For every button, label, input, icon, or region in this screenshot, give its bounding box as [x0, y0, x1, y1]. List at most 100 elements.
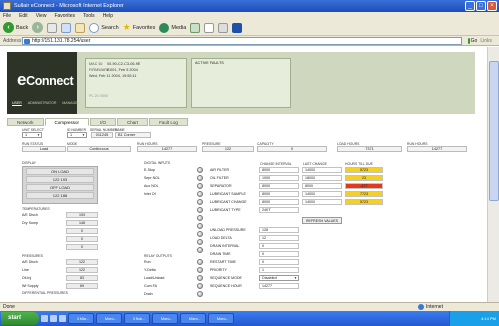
relay-outputs-label: RELAY OUTPUTS: [144, 254, 172, 258]
device-datetime: Wed, Feb 11 2004, 19:55:11: [89, 74, 137, 78]
tab-chart[interactable]: Chart: [117, 118, 149, 126]
tab-bar: Network Compressor I/O Chart Fault Log: [0, 118, 487, 126]
window-titlebar[interactable]: Sullair eConnect - Microsoft Internet Ex…: [0, 0, 499, 12]
address-input[interactable]: http://151.131.78.254/user: [22, 37, 462, 45]
refresh-icon[interactable]: [61, 22, 72, 33]
status-led-icon: [197, 215, 203, 221]
favorites-button[interactable]: ★ Favorites: [123, 22, 156, 33]
menu-view[interactable]: View: [36, 12, 47, 20]
status-led-icon: [197, 267, 203, 273]
digital-inputs-label: DIGITAL INPUTS: [144, 161, 171, 165]
change-interval-value: 1000: [259, 175, 299, 181]
id-number-dropdown[interactable]: 1: [67, 132, 87, 138]
go-button[interactable]: Go Links: [468, 37, 492, 45]
display-line: 122 188: [26, 192, 94, 199]
menu-file[interactable]: File: [3, 12, 11, 20]
taskbar-button[interactable]: 3 Micr...: [68, 313, 94, 324]
tab-io[interactable]: I/O: [90, 118, 117, 126]
stop-icon[interactable]: [47, 22, 58, 33]
status-led-icon: [197, 223, 203, 229]
menu-help[interactable]: Help: [103, 12, 113, 20]
tab-compressor[interactable]: Compressor: [44, 118, 90, 126]
pressure-name: A/E Disch: [22, 260, 38, 264]
last-change-header: LAST CHANGE: [303, 162, 327, 166]
setting-name: LOAD DELTA: [210, 236, 232, 240]
change-interval-value: 8000: [259, 167, 299, 173]
temp-value: 148: [66, 220, 98, 226]
history-icon[interactable]: [190, 22, 201, 33]
maintenance-item-name: LUBRICANT CHANGE: [210, 200, 247, 204]
vertical-scrollbar[interactable]: [487, 47, 499, 302]
address-bar: Address http://151.131.78.254/user Go Li…: [0, 36, 499, 46]
taskbar-button[interactable]: Micro...: [180, 313, 206, 324]
back-button[interactable]: ‹ Back: [3, 22, 28, 33]
change-interval-header: CHANGE INTERVAL: [260, 162, 292, 166]
status-led-icon: [197, 231, 203, 237]
pressure-name: Line: [22, 268, 29, 272]
pressure-value: 122: [66, 259, 98, 265]
setting-value: 0: [259, 259, 299, 265]
setting-name: RESTART TIME: [210, 260, 236, 264]
maintenance-item-name: SEPARATOR: [210, 184, 232, 188]
status-led-icon: [197, 247, 203, 253]
last-change-value: 14000: [302, 191, 342, 197]
minimize-button[interactable]: _: [465, 1, 475, 11]
edit-icon[interactable]: [232, 22, 243, 33]
taskbar-button[interactable]: Micro...: [208, 313, 234, 324]
relay-output-name: Com FA: [144, 284, 157, 288]
differential-pressures-label: DIFFERENTIAL PRESSURES: [22, 291, 68, 295]
start-button[interactable]: start: [1, 312, 39, 325]
scrollbar-thumb[interactable]: [489, 61, 499, 201]
refresh-values-button[interactable]: REFRESH VALUES: [302, 217, 342, 224]
menu-tools[interactable]: Tools: [83, 12, 95, 20]
compressor-panel: UNIT SELECT ID NUMBER SERIAL NUMBER NAME…: [7, 126, 475, 302]
unit-select-dropdown[interactable]: 1: [22, 132, 42, 138]
last-change-value: 8000: [302, 183, 342, 189]
maintenance-item-name: LUBRICANT SAMPLE: [210, 192, 246, 196]
unit-name-field: B1 Corner: [115, 132, 151, 138]
digital-input-name: Aux NOL: [144, 184, 159, 188]
quicklaunch-icon[interactable]: [41, 315, 48, 322]
print-icon[interactable]: [218, 22, 229, 33]
taskbar: start 3 Micr... Micro... 3 Nok... Micro.…: [0, 311, 499, 326]
search-icon: [89, 22, 100, 33]
quicklaunch-icon[interactable]: [50, 315, 57, 322]
last-change-value: 18000: [302, 175, 342, 181]
status-led-icon: [197, 167, 203, 173]
firmware-version: 2.001, Feb 5 2004: [107, 68, 138, 72]
media-button[interactable]: Media: [159, 22, 186, 33]
nav-administrator[interactable]: ADMINISTRATOR: [28, 101, 57, 105]
quicklaunch-icon[interactable]: [59, 315, 66, 322]
search-button[interactable]: Search: [89, 22, 119, 33]
temperatures-label: TEMPERATURES: [22, 207, 50, 211]
close-button[interactable]: ×: [487, 1, 497, 11]
tab-network[interactable]: Network: [7, 118, 44, 126]
page-content: eConnect USER ADMINISTRATOR MANAGER MAC …: [0, 47, 487, 302]
sequence-mode-dropdown[interactable]: Disabled: [259, 275, 299, 281]
temp-name: A/E Disch: [22, 213, 38, 217]
tab-fault-log[interactable]: Fault Log: [149, 118, 188, 126]
relay-output-name: Drain: [144, 292, 153, 296]
taskbar-button[interactable]: Micro...: [152, 313, 178, 324]
status-led-icon: [197, 207, 203, 213]
home-icon[interactable]: [75, 22, 86, 33]
display-line: 122 193: [26, 176, 94, 183]
pressure-name: Wf Supply: [22, 284, 39, 288]
menu-edit[interactable]: Edit: [19, 12, 28, 20]
menu-favorites[interactable]: Favorites: [54, 12, 75, 20]
setting-value: 12: [259, 235, 299, 241]
setting-name: UNLOAD PRESSURE: [210, 228, 246, 232]
menu-bar: File Edit View Favorites Tools Help: [0, 12, 499, 20]
mail-icon[interactable]: [204, 22, 215, 33]
nav-manager[interactable]: MANAGER: [62, 101, 80, 105]
taskbar-button[interactable]: 3 Nok...: [124, 313, 150, 324]
maximize-button[interactable]: □: [476, 1, 486, 11]
links-label[interactable]: Links: [480, 36, 492, 46]
nav-user[interactable]: USER: [12, 101, 22, 105]
pressures-label: PRESSURES: [22, 254, 43, 258]
taskbar-button[interactable]: Micro...: [96, 313, 122, 324]
pressure-value: 69: [66, 283, 98, 289]
forward-arrow-icon[interactable]: ›: [32, 22, 44, 33]
hours-till-due-value: 5723: [345, 167, 383, 173]
mode-value: Continuous: [67, 146, 131, 152]
